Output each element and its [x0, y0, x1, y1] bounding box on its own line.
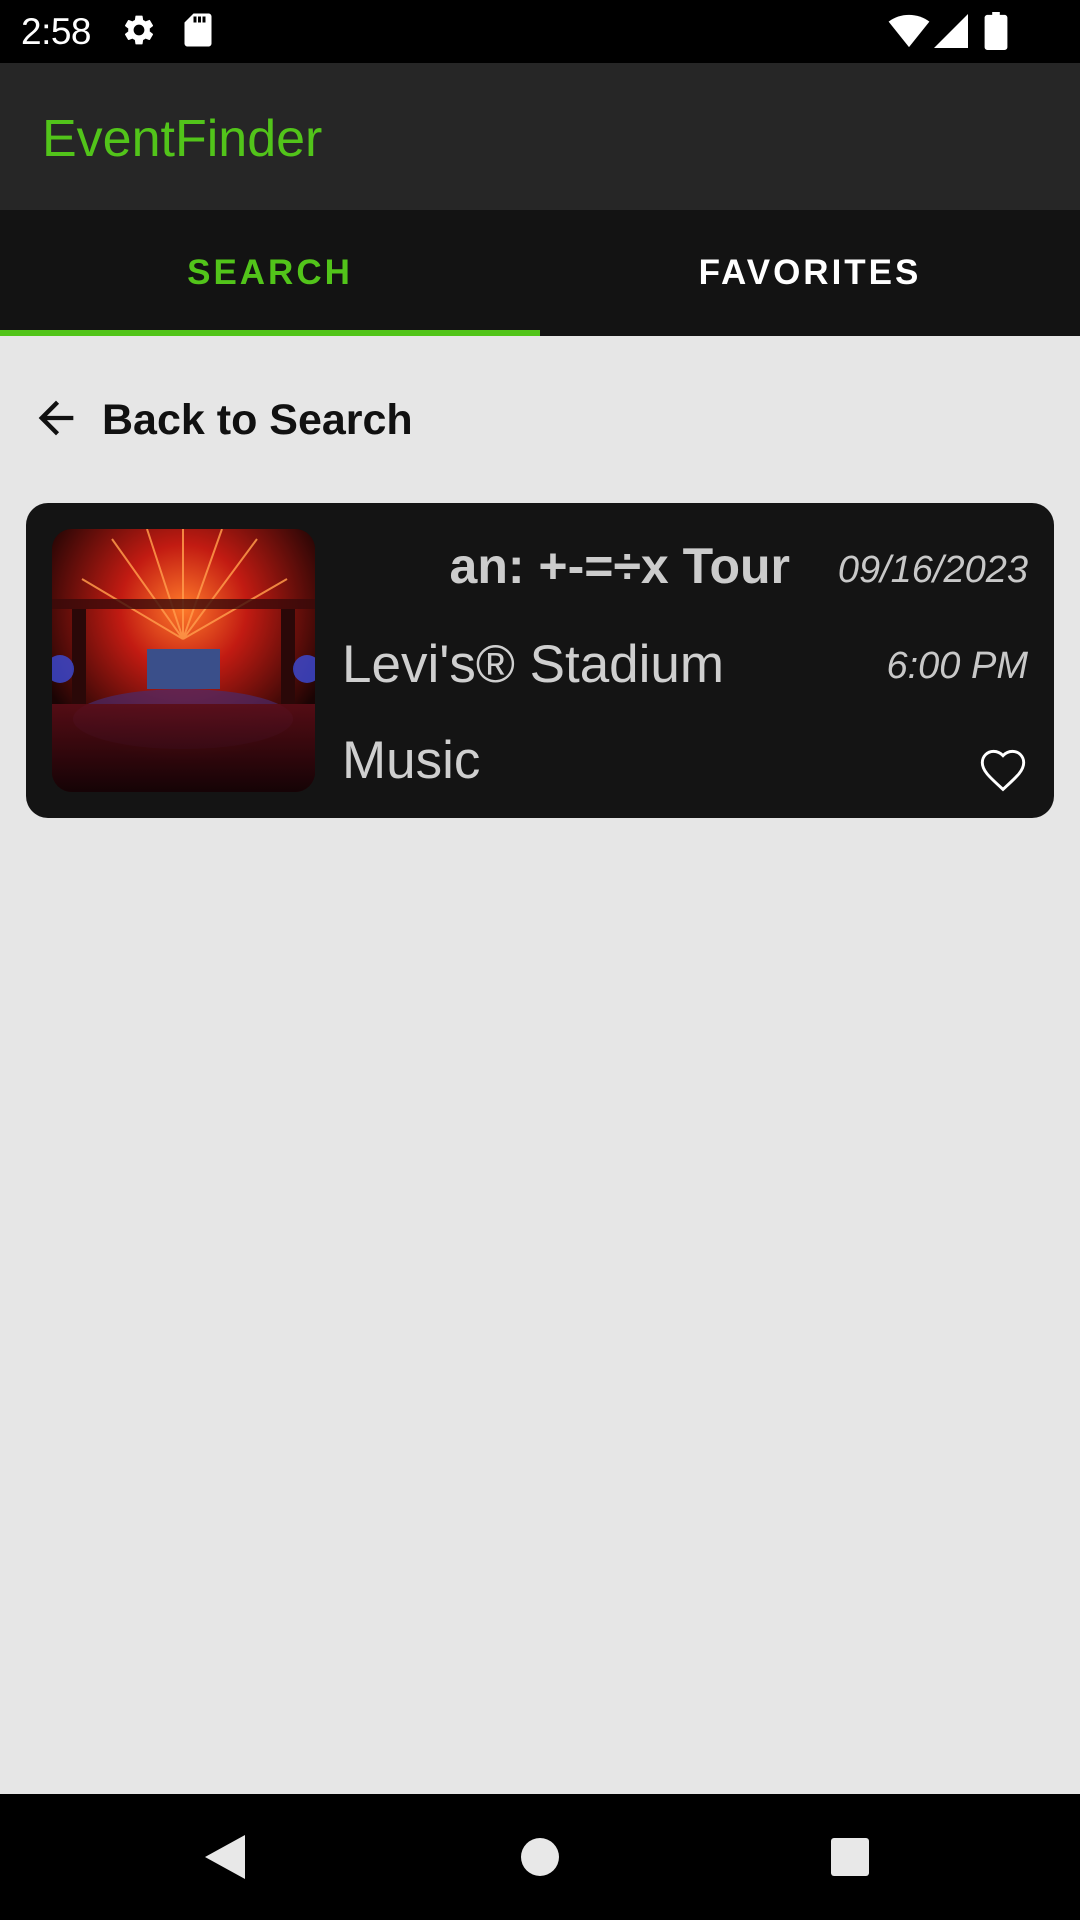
status-time: 2:58: [21, 11, 92, 52]
tab-bar: SEARCH FAVORITES: [0, 210, 1080, 336]
event-title: an: +-=÷x Tour: [449, 538, 790, 594]
app-title: EventFinder: [42, 110, 323, 168]
event-date: 09/16/2023: [837, 549, 1028, 591]
status-bar: 2:58: [0, 0, 1080, 63]
navigation-bar: [0, 1794, 1080, 1920]
nav-recents-icon[interactable]: [815, 1794, 885, 1920]
back-to-search-button[interactable]: Back to Search: [30, 390, 413, 450]
event-venue: Levi's® Stadium: [342, 635, 725, 694]
event-card[interactable]: an: +-=÷x Tour 09/16/2023 Levi's® Stadiu…: [26, 503, 1054, 818]
tab-selected-indicator: [0, 330, 540, 336]
event-title-marquee: an: +-=÷x Tour: [342, 533, 802, 603]
back-to-search-label: Back to Search: [102, 395, 413, 444]
event-time: 6:00 PM: [886, 645, 1028, 687]
cell-signal-icon: [934, 13, 968, 54]
sd-card-icon: [183, 12, 213, 53]
event-genre: Music: [342, 731, 481, 790]
battery-icon: [984, 12, 1008, 55]
nav-home-icon[interactable]: [505, 1794, 575, 1920]
app-bar: EventFinder: [0, 63, 1080, 210]
wifi-icon: [888, 14, 930, 53]
arrow-back-icon: [30, 392, 102, 449]
tab-search[interactable]: SEARCH: [0, 210, 540, 336]
heart-outline-icon[interactable]: [976, 743, 1030, 793]
gear-icon: [121, 12, 157, 53]
event-title-fade: [342, 533, 372, 603]
event-image: [52, 529, 315, 792]
tab-favorites[interactable]: FAVORITES: [540, 210, 1080, 336]
nav-back-icon[interactable]: [190, 1794, 260, 1920]
